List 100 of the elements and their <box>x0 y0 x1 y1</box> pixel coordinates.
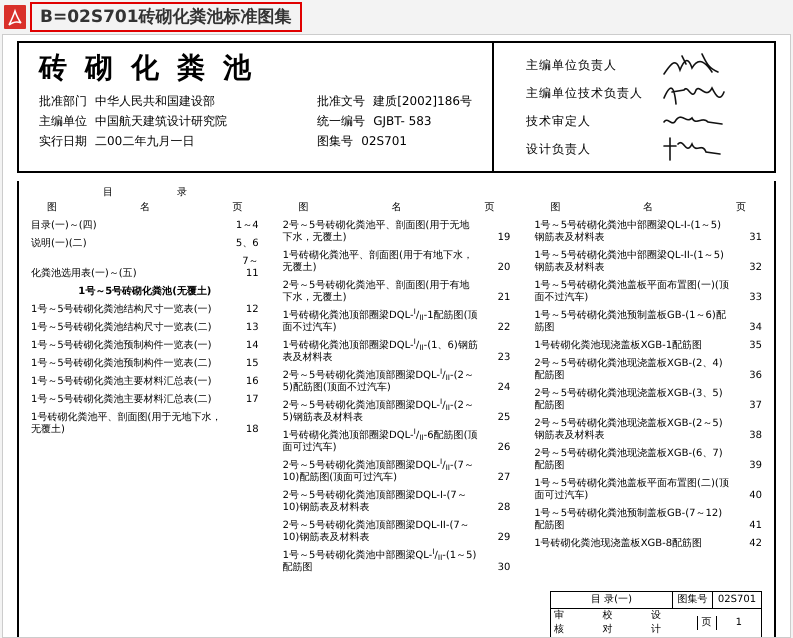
drawing-title: 1号～5号砖砌化粪池中部圈梁QL-I-(1～5)钢筋表及材料表 <box>534 220 722 244</box>
page-number: 34 <box>748 322 762 334</box>
page-number: 13 <box>244 322 259 334</box>
drawing-title: 1号～5号砖砌化粪池中部圈梁QL-$^{I}$/$_{II}$-(1～5)配筋图 <box>282 550 478 574</box>
approval-label: 设计 <box>650 609 662 637</box>
page-number: 14 <box>244 340 259 352</box>
page-number: 7～11 <box>241 256 259 280</box>
info-label: 主编单位 <box>39 113 87 130</box>
drawing-title: 1号砖砌化粪池平、剖面图(用于有地下水，无覆土) <box>282 250 474 274</box>
info-label: 图集号 <box>317 133 354 150</box>
info-value: 中国航天建筑设计研究院 <box>95 113 227 130</box>
drawing-title: 1号～5号砖砌化粪池结构尺寸一览表(二) <box>31 322 213 334</box>
page-number: 41 <box>748 520 762 532</box>
page-number: 29 <box>496 532 510 544</box>
page-number: 1～4 <box>234 220 259 232</box>
contents-heading: 目 <box>102 186 113 200</box>
role-label: 设计负责人 <box>526 142 592 156</box>
atlas-title: 砖砌化粪池 <box>39 51 270 85</box>
page-number: 16 <box>244 376 259 388</box>
page-label: 页 <box>696 616 717 630</box>
page-number: 19 <box>496 232 510 244</box>
page-number: 17 <box>244 394 259 406</box>
page-number: 33 <box>748 292 762 304</box>
column-header: 图 <box>298 201 309 215</box>
column-header: 名 <box>391 201 402 215</box>
drawing-title: 1号～5号砖砌化粪池预制盖板GB-(1～6)配筋图 <box>534 310 727 334</box>
page-number: 20 <box>496 262 510 274</box>
sheet-page: 1 <box>734 616 743 630</box>
sheet-title: 目 录(一) <box>551 592 673 608</box>
page-number: 21 <box>496 292 510 304</box>
drawing-title: 1号～5号砖砌化粪池盖板平面布置图(二)(顶面可过汽车) <box>534 478 730 502</box>
page-number: 15 <box>244 358 259 370</box>
drawing-title: 1号砖砌化粪池现浇盖板XGB-1配筋图 <box>534 340 704 352</box>
page-number: 32 <box>748 262 762 274</box>
page-number: 24 <box>496 382 510 394</box>
approval-label: 审核 <box>553 609 565 637</box>
drawing-title: 2号～5号砖砌化粪池顶部圈梁DQL-$^{I}$/$_{II}$-(2～5)钢筋表及材料表 <box>282 400 475 424</box>
info-label: 批准文号 <box>317 93 366 110</box>
role-label: 主编单位负责人 <box>526 58 618 72</box>
drawing-title: 1号砖砌化粪池顶部圈梁DQL-$^{I}$/$_{II}$-1配筋图(顶面不过汽车) <box>282 310 478 334</box>
drawing-title: 1号～5号砖砌化粪池预制构件一览表(一) <box>31 340 213 352</box>
info-value: 02S701 <box>361 133 407 150</box>
drawing-title: 1号砖砌化粪池现浇盖板XGB-8配筋图 <box>534 538 704 550</box>
drawing-title: 1号～5号砖砌化粪池预制构件一览表(二) <box>31 358 213 370</box>
drawing-title: 化粪池选用表(一)～(五) <box>31 268 138 280</box>
drawing-title: 2号～5号砖砌化粪池顶部圈梁DQL-$^{I}$/$_{II}$-(2～5)配筋图(顶面不过汽车) <box>282 370 475 394</box>
atlas-label: 图集号 <box>673 592 713 608</box>
drawing-title: 1号砖砌化粪池顶部圈梁DQL-$^{I}$/$_{II}$-6配筋图(顶面可过汽车) <box>282 430 478 454</box>
atlas-number: 02S701 <box>716 593 758 607</box>
page-number: 5、6 <box>234 238 259 250</box>
page-number: 22 <box>496 322 510 334</box>
page-number: 38 <box>748 430 762 442</box>
drawing-title: 1号～5号砖砌化粪池预制盖板GB-(7～12)配筋图 <box>534 508 724 532</box>
drawing-title: 说明(一)(二) <box>31 238 88 250</box>
page-number: 40 <box>748 490 762 502</box>
page-number: 36 <box>748 370 762 382</box>
page-number: 31 <box>748 232 762 244</box>
contents-heading: 录 <box>176 186 187 200</box>
drawing-title: 2号～5号砖砌化粪池顶部圈梁DQL-$^{I}$/$_{II}$-(7～10)配筋图(顶面可过汽车) <box>282 460 475 484</box>
page-number: 39 <box>748 460 762 472</box>
drawing-title: 2号～5号砖砌化粪池现浇盖板XGB-(6、7)配筋图 <box>534 448 724 472</box>
drawing-title: 1号～5号砖砌化粪池盖板平面布置图(一)(顶面不过汽车) <box>534 280 730 304</box>
drawing-title: 目录(一)～(四) <box>31 220 98 232</box>
drawing-title: 2号～5号砖砌化粪池平、剖面图(用于有地下水，无覆土) <box>282 280 470 304</box>
drawing-title: 1号～5号砖砌化粪池结构尺寸一览表(一) <box>31 304 213 316</box>
page-number: 28 <box>496 502 510 514</box>
page-number: 18 <box>244 424 259 436</box>
page-number: 27 <box>496 472 510 484</box>
column-header: 图 <box>47 201 57 215</box>
info-value: 建质[2002]186号 <box>373 93 472 110</box>
drawing-title: 2号～5号砖砌化粪池现浇盖板XGB-(2、4)配筋图 <box>534 358 724 382</box>
drawing-title: 2号～5号砖砌化粪池顶部圈梁DQL-II-(7～10)钢筋表及材料表 <box>282 520 471 544</box>
drawing-title: 1号～5号砖砌化粪池中部圈梁QL-II-(1～5)钢筋表及材料表 <box>534 250 725 274</box>
drawing-title: 2号～5号砖砌化粪池现浇盖板XGB-(2～5)钢筋表及材料表 <box>534 418 724 442</box>
role-label: 主编单位技术负责人 <box>526 86 644 100</box>
column-header: 页 <box>736 201 746 215</box>
pdf-file-icon <box>4 5 26 29</box>
column-header: 图 <box>550 201 560 215</box>
column-header: 页 <box>484 201 494 215</box>
page-number: 35 <box>748 340 762 352</box>
drawing-title: 1号～5号砖砌化粪池主要材料汇总表(二) <box>31 394 213 406</box>
page-number: 23 <box>496 352 510 364</box>
info-label: 批准部门 <box>39 93 87 110</box>
drawing-title: 1号砖砌化粪池顶部圈梁DQL-$^{I}$/$_{II}$-(1、6)钢筋表及材料表 <box>282 340 478 364</box>
role-label: 技术审定人 <box>526 114 592 128</box>
page-number: 12 <box>244 304 259 316</box>
page-number: 37 <box>748 400 762 412</box>
drawing-title: 2号～5号砖砌化粪池平、剖面图(用于无地下水，无覆土) <box>282 220 470 244</box>
page-number: 30 <box>496 562 510 574</box>
column-header: 名 <box>140 201 150 215</box>
info-value: 二00二年九月一日 <box>95 133 194 150</box>
info-value: GJBT- 583 <box>373 113 432 130</box>
drawing-title: 1号砖砌化粪池平、剖面图(用于无地下水，无覆土) <box>31 412 222 436</box>
drawing-title: 1号～5号砖砌化粪池主要材料汇总表(一) <box>31 376 213 388</box>
info-label: 实行日期 <box>39 133 87 150</box>
page-number: 25 <box>496 412 510 424</box>
drawing-title: 2号～5号砖砌化粪池现浇盖板XGB-(3、5)配筋图 <box>534 388 724 412</box>
column-header: 名 <box>643 201 654 215</box>
info-label: 统一编号 <box>317 113 366 130</box>
approval-label: 校对 <box>602 609 614 637</box>
